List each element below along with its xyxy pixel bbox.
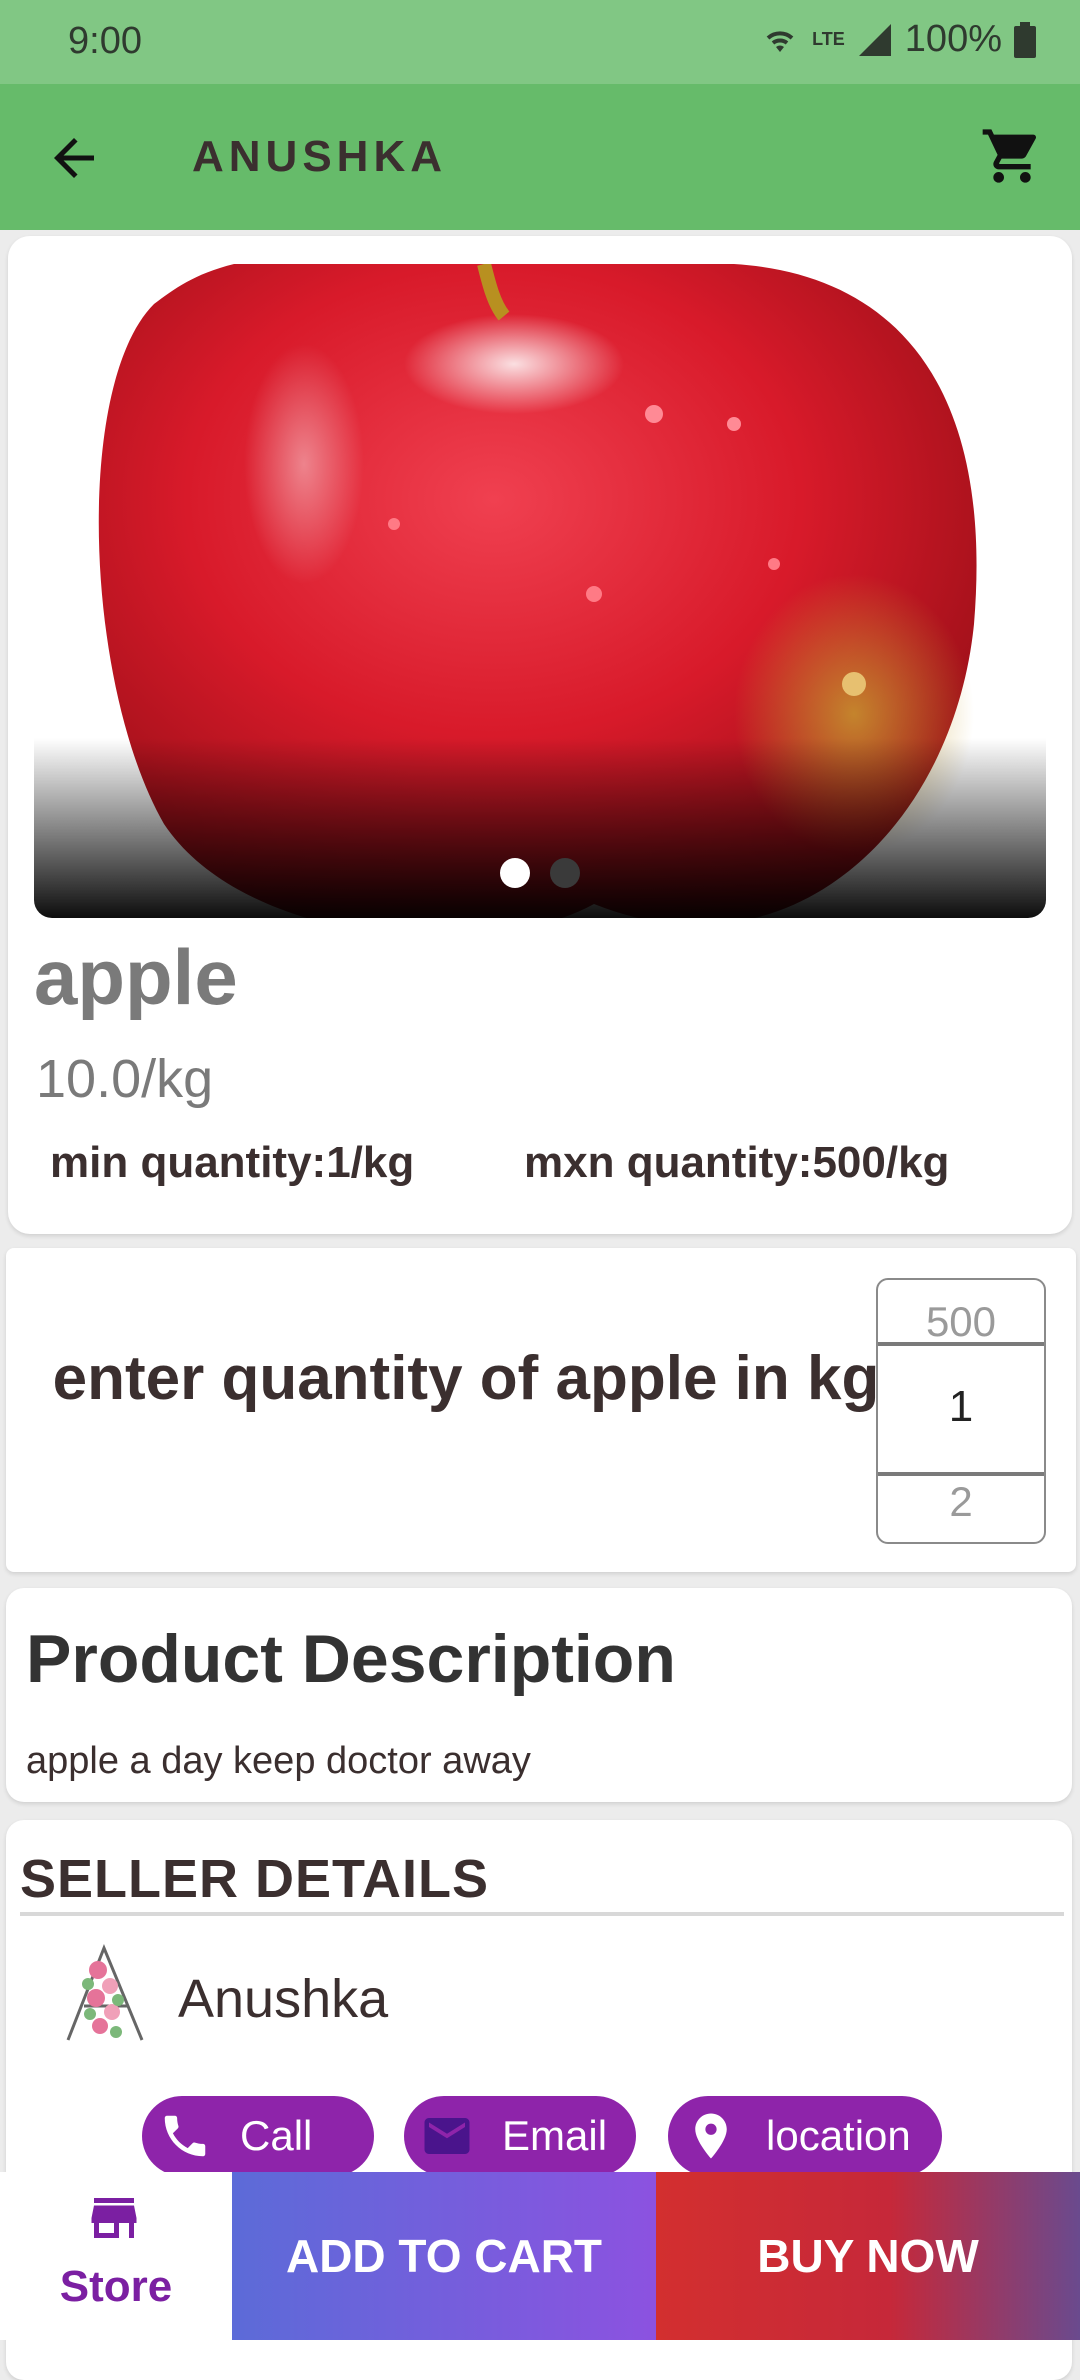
picker-current-value[interactable]: 1 xyxy=(878,1382,1044,1432)
call-button[interactable]: Call xyxy=(142,2096,374,2176)
product-image-carousel[interactable] xyxy=(34,264,1046,918)
seller-title: SELLER DETAILS xyxy=(20,1849,490,1909)
quantity-label: enter quantity of apple in kg xyxy=(52,1344,880,1413)
seller-avatar xyxy=(66,1943,144,2041)
quantity-picker[interactable]: 500 1 2 xyxy=(876,1278,1046,1544)
location-label: location xyxy=(766,2112,911,2159)
email-label: Email xyxy=(502,2112,608,2159)
carousel-indicator xyxy=(34,858,1046,888)
app-title: ANUSHKA xyxy=(192,132,447,181)
quantity-card: enter quantity of apple in kg 500 1 2 xyxy=(6,1248,1076,1572)
max-quantity: mxn quantity:500/kg xyxy=(524,1138,950,1187)
picker-divider xyxy=(878,1342,1044,1346)
buy-now-button[interactable]: BUY NOW xyxy=(656,2172,1080,2340)
cart-icon[interactable] xyxy=(980,124,1044,188)
store-icon xyxy=(91,2198,137,2238)
battery-icon xyxy=(1014,21,1036,58)
signal-icon xyxy=(858,23,891,56)
divider xyxy=(20,1912,1064,1916)
carousel-dot-active[interactable] xyxy=(500,858,530,888)
phone-icon xyxy=(164,2115,206,2157)
picker-prev-value[interactable]: 500 xyxy=(878,1298,1044,1346)
product-card: apple 10.0/kg min quantity:1/kg mxn quan… xyxy=(8,236,1072,1234)
location-button[interactable]: location xyxy=(668,2096,942,2176)
email-icon xyxy=(424,2118,470,2154)
status-icons: LTE 100% xyxy=(760,18,1036,61)
status-time: 9:00 xyxy=(68,20,142,62)
picker-divider xyxy=(878,1472,1044,1476)
description-card: Product Description apple a day keep doc… xyxy=(6,1588,1072,1802)
email-button[interactable]: Email xyxy=(404,2096,636,2176)
status-bar: 9:00 LTE 100% xyxy=(0,0,1080,84)
description-title: Product Description xyxy=(26,1621,676,1697)
carousel-dot[interactable] xyxy=(550,858,580,888)
store-label: Store xyxy=(59,2262,173,2311)
product-price: 10.0/kg xyxy=(36,1049,214,1109)
store-tab[interactable]: Store xyxy=(0,2172,232,2340)
add-to-cart-button[interactable]: ADD TO CART xyxy=(232,2172,656,2340)
call-label: Call xyxy=(240,2112,313,2159)
min-quantity: min quantity:1/kg xyxy=(50,1138,415,1187)
location-pin-icon xyxy=(695,2113,727,2159)
image-shade xyxy=(34,738,1046,918)
back-arrow-icon[interactable] xyxy=(44,128,104,188)
description-text: apple a day keep doctor away xyxy=(26,1740,531,1782)
wifi-icon xyxy=(766,30,794,52)
picker-next-value[interactable]: 2 xyxy=(878,1478,1044,1526)
product-name: apple xyxy=(34,933,238,1021)
network-type: LTE xyxy=(812,29,845,49)
seller-name: Anushka xyxy=(178,1969,389,2029)
battery-percent: 100% xyxy=(904,18,1002,60)
app-bar: ANUSHKA xyxy=(0,84,1080,230)
bottom-action-bar: Store ADD TO CART BUY NOW xyxy=(0,2172,1080,2340)
